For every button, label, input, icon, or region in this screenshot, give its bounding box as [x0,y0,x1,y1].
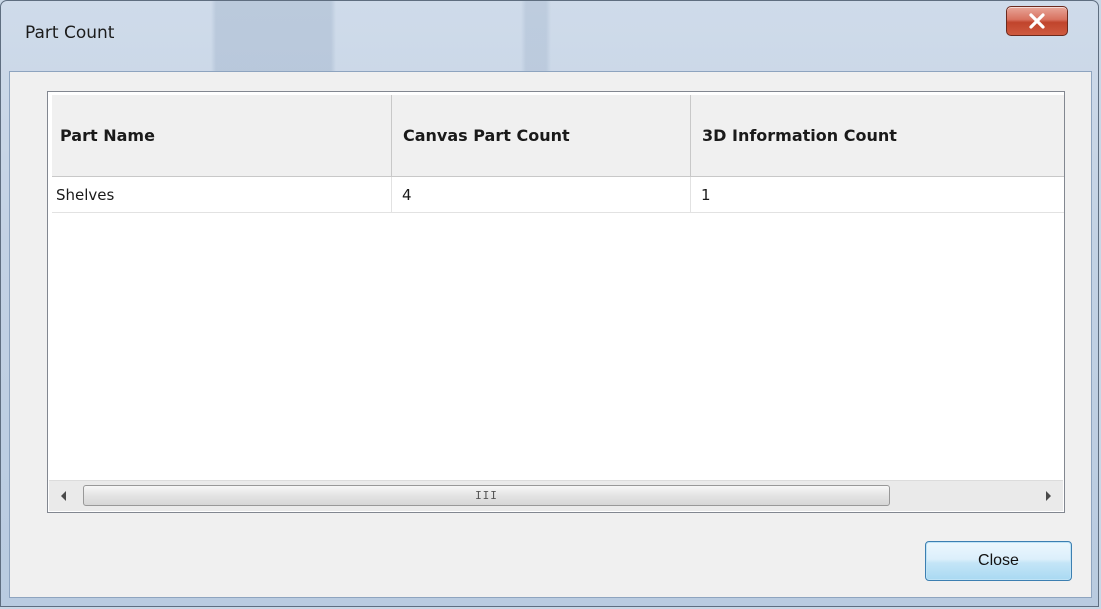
scroll-left-button[interactable] [49,481,79,511]
table-header-row: Part Name Canvas Part Count 3D Informati… [52,95,1064,177]
cell-canvas-part-count[interactable]: 4 [392,177,691,213]
column-header-canvas-part-count[interactable]: Canvas Part Count [392,95,691,177]
scrollbar-thumb[interactable]: III [83,485,890,506]
window-close-button[interactable] [1006,6,1068,36]
horizontal-scrollbar[interactable]: III [49,480,1063,511]
scroll-right-button[interactable] [1033,481,1063,511]
close-x-icon [1029,13,1045,29]
part-count-table: Part Name Canvas Part Count 3D Informati… [47,91,1065,513]
cell-3d-information-count[interactable]: 1 [691,177,1064,213]
column-header-3d-information-count[interactable]: 3D Information Count [691,95,1064,177]
close-button[interactable]: Close [925,541,1072,581]
title-bar[interactable]: Part Count [1,1,1098,71]
part-count-dialog: Part Count Part Name Canvas Part Count 3… [0,0,1099,607]
column-header-part-name[interactable]: Part Name [52,95,392,177]
table-row[interactable]: Shelves 4 1 [52,177,1064,213]
table-viewport: Part Name Canvas Part Count 3D Informati… [52,95,1064,512]
window-title: Part Count [25,23,115,43]
scrollbar-grip: III [475,489,498,502]
arrow-right-icon [1046,491,1051,501]
cell-part-name[interactable]: Shelves [52,177,392,213]
arrow-left-icon [61,491,66,501]
dialog-client-area: Part Name Canvas Part Count 3D Informati… [9,71,1092,598]
